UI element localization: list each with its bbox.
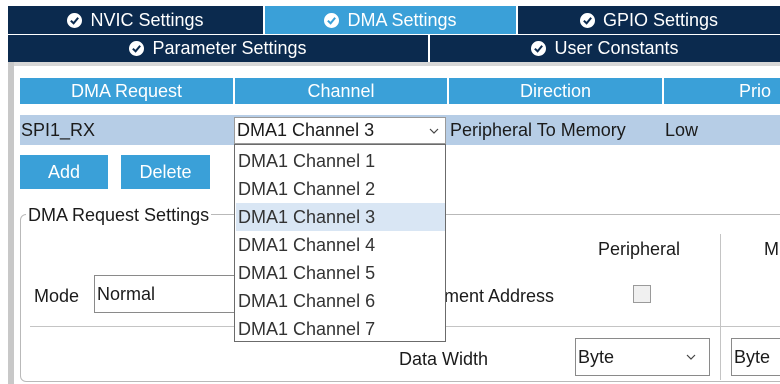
content-frame-top xyxy=(8,62,780,66)
tab-label: Parameter Settings xyxy=(152,38,307,58)
data-width-label: Data Width xyxy=(399,349,489,369)
tab-label: NVIC Settings xyxy=(90,9,204,30)
cell-priority: Low xyxy=(665,119,699,140)
mode-select-value: Normal xyxy=(97,283,156,304)
channel-option[interactable]: DMA1 Channel 5 xyxy=(236,259,445,287)
channel-option-selected[interactable]: DMA1 Channel 3 xyxy=(236,203,445,231)
peripheral-increment-checkbox[interactable] xyxy=(633,285,651,303)
cell-direction: Peripheral To Memory xyxy=(450,119,626,140)
tab-label: User Constants xyxy=(554,38,679,58)
chevron-down-icon xyxy=(686,354,696,360)
channel-option[interactable]: DMA1 Channel 6 xyxy=(236,287,445,315)
check-circle-icon xyxy=(129,41,145,56)
check-circle-icon xyxy=(531,41,547,56)
channel-select[interactable]: DMA1 Channel 3 xyxy=(234,117,446,144)
check-circle-icon xyxy=(67,12,83,28)
column-header-channel[interactable]: Channel xyxy=(235,78,447,104)
cell-dma-request: SPI1_RX xyxy=(21,119,96,140)
channel-option[interactable]: DMA1 Channel 4 xyxy=(236,231,445,259)
peripheral-data-width-select[interactable]: Byte xyxy=(575,338,710,376)
memory-header: M xyxy=(764,239,779,259)
peripheral-data-width-value: Byte xyxy=(578,346,615,367)
channel-option[interactable]: DMA1 Channel 1 xyxy=(236,147,445,175)
tab-dma-settings[interactable]: DMA Settings xyxy=(265,6,516,34)
content-frame-left xyxy=(8,62,14,384)
mode-select[interactable]: Normal xyxy=(94,275,244,313)
column-header-dma-request[interactable]: DMA Request xyxy=(20,78,233,104)
chevron-down-icon xyxy=(429,128,439,134)
column-header-direction[interactable]: Direction xyxy=(449,78,662,104)
column-divider xyxy=(720,234,721,380)
channel-option[interactable]: DMA1 Channel 2 xyxy=(236,175,445,203)
tab-nvic-settings[interactable]: NVIC Settings xyxy=(8,6,263,34)
column-header-priority[interactable]: Prio xyxy=(664,78,780,104)
tab-parameter-settings[interactable]: Parameter Settings xyxy=(8,35,428,62)
memory-data-width-select[interactable]: Byte xyxy=(731,338,780,376)
peripheral-header: Peripheral xyxy=(598,239,681,259)
add-button[interactable]: Add xyxy=(20,155,108,189)
mode-label: Mode xyxy=(34,286,80,306)
check-circle-icon xyxy=(579,12,595,28)
increment-address-label: ment Address xyxy=(444,286,555,306)
delete-button[interactable]: Delete xyxy=(121,155,210,189)
channel-dropdown-list[interactable]: DMA1 Channel 1 DMA1 Channel 2 DMA1 Chann… xyxy=(234,144,446,342)
channel-select-value: DMA1 Channel 3 xyxy=(237,120,375,140)
channel-option[interactable]: DMA1 Channel 7 xyxy=(236,315,445,343)
tab-label: GPIO Settings xyxy=(602,9,719,30)
check-circle-icon xyxy=(324,12,340,28)
tab-user-constants[interactable]: User Constants xyxy=(430,35,780,62)
tab-label: DMA Settings xyxy=(347,9,457,30)
group-legend: DMA Request Settings xyxy=(26,205,212,226)
memory-data-width-value: Byte xyxy=(734,346,771,367)
tab-gpio-settings[interactable]: GPIO Settings xyxy=(518,6,780,34)
